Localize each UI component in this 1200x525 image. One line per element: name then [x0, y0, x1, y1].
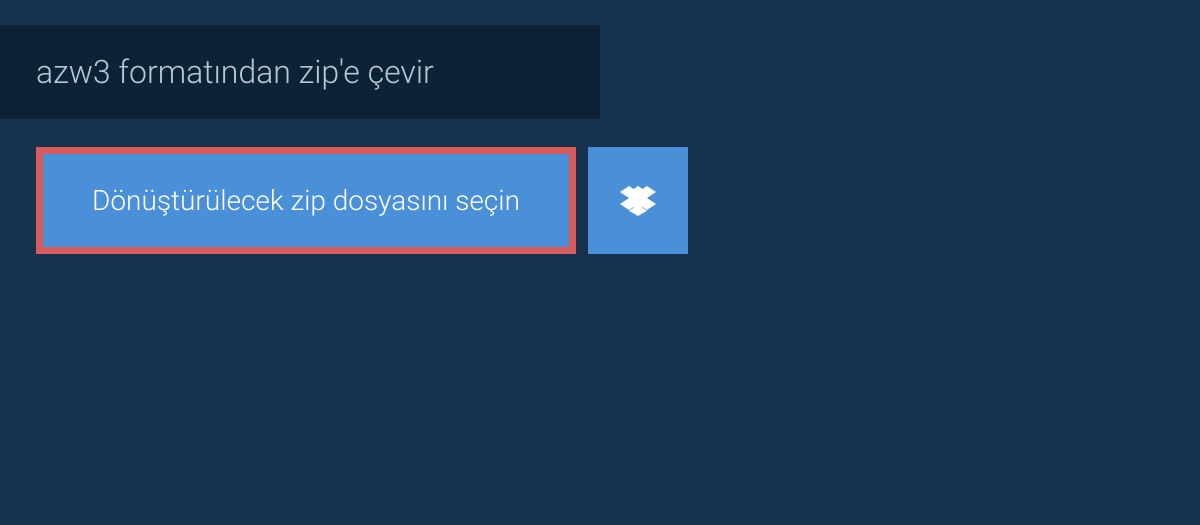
dropbox-button[interactable] — [588, 147, 688, 254]
file-select-button[interactable]: Dönüştürülecek zip dosyasını seçin — [36, 147, 576, 254]
title-text: azw3 formatından zip'e çevir — [36, 53, 434, 91]
action-row: Dönüştürülecek zip dosyasını seçin — [36, 147, 1164, 254]
dropbox-icon — [620, 183, 656, 219]
page-title: azw3 formatından zip'e çevir — [0, 25, 600, 119]
file-select-label: Dönüştürülecek zip dosyasını seçin — [92, 184, 520, 217]
